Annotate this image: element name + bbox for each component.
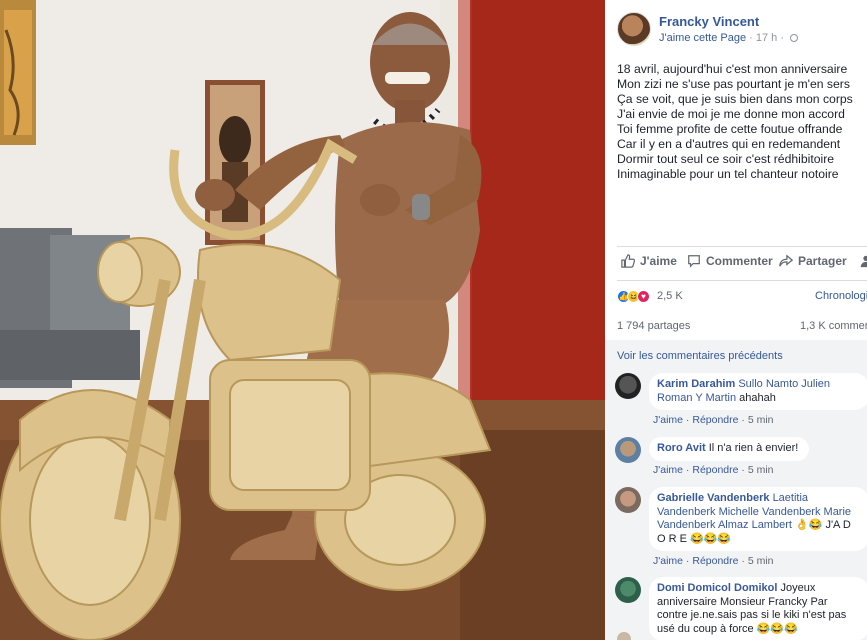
comment-author[interactable]: Karim Darahim — [657, 378, 735, 390]
meta-separator-2: · — [780, 32, 785, 44]
commenter-avatar[interactable] — [615, 577, 641, 603]
comment-like-link[interactable]: J'aime — [653, 414, 683, 426]
post-line: Dormir tout seul ce soir c'est rédhibito… — [617, 152, 835, 166]
like-page-link[interactable]: J'aime cette Page — [659, 32, 746, 44]
comment-author[interactable]: Roro Avit — [657, 442, 706, 454]
see-previous-comments[interactable]: Voir les commentaires précédents — [617, 350, 783, 362]
share-icon — [779, 254, 793, 267]
divider — [617, 280, 867, 281]
shares-row: 1 794 partages 1,3 K commentaires — [617, 320, 867, 332]
divider — [617, 246, 867, 247]
comments-count[interactable]: 1,3 K commentaires — [800, 320, 867, 332]
user-avatar[interactable] — [617, 632, 631, 640]
post-text: 18 avril, aujourd'hui c'est mon annivers… — [617, 62, 865, 182]
share-label: Partager — [798, 254, 847, 268]
wicker-motorcycle-photo — [0, 0, 605, 640]
post-photo[interactable] — [0, 0, 605, 640]
post-header: Francky Vincent J'aime cette Page · 17 h… — [617, 12, 867, 48]
page-name[interactable]: Francky Vincent — [659, 14, 759, 29]
post-line: J'ai envie de moi je me donne mon accord — [617, 107, 845, 121]
comment-time[interactable]: 5 min — [748, 464, 774, 476]
reaction-icons[interactable]: 👍 😆 ♥ — [617, 290, 650, 303]
post-meta: J'aime cette Page · 17 h · — [659, 32, 799, 44]
like-button[interactable]: J'aime — [621, 254, 677, 268]
page-avatar[interactable] — [617, 12, 651, 46]
commenter-avatar[interactable] — [615, 437, 641, 463]
post-line: Ça se voit, que je suis bien dans mon co… — [617, 92, 853, 106]
profile-selector-button[interactable] — [859, 254, 867, 268]
post-line: Toi femme profite de cette foutue offran… — [617, 122, 843, 136]
profile-icon — [860, 255, 867, 268]
globe-icon — [790, 34, 799, 42]
sort-chronological[interactable]: Chronologique — [815, 290, 867, 302]
comment-actions: J'aime · Répondre · 5 min — [653, 414, 774, 426]
comment-bubble: Karim Darahim Sullo Namto Julien Roman Y… — [649, 373, 867, 410]
comments-section: Voir les commentaires précédents Karim D… — [605, 340, 867, 640]
reactions-row: 👍 😆 ♥ 2,5 K Chronologique — [617, 289, 867, 305]
comment-bubble: Domi Domicol Domikol Joyeux anniversaire… — [649, 577, 867, 640]
comment-label: Commenter — [706, 254, 773, 268]
comment-text: Il n'a rien à envier! — [708, 442, 799, 454]
comment-button[interactable]: Commenter — [687, 254, 773, 268]
comment-time[interactable]: 5 min — [748, 414, 774, 426]
post-line: Inimaginable pour un tel chanteur notoir… — [617, 167, 839, 181]
comment-reply-link[interactable]: Répondre — [692, 414, 738, 426]
share-button[interactable]: Partager — [779, 254, 847, 268]
meta-separator: · — [749, 32, 753, 44]
comment-bubble: Roro Avit Il n'a rien à envier! — [649, 437, 809, 461]
comment-bubble: Gabrielle Vandenberk Laetitia Vandenberk… — [649, 487, 867, 551]
comment-like-link[interactable]: J'aime — [653, 555, 683, 567]
post-actions: J'aime Commenter Partager — [617, 254, 867, 274]
comment-text: ahahah — [739, 391, 776, 404]
comment-actions: J'aime · Répondre · 5 min — [653, 555, 774, 567]
comment-actions: J'aime · Répondre · 5 min — [653, 464, 774, 476]
comment-time[interactable]: 5 min — [748, 555, 774, 567]
commenter-avatar[interactable] — [615, 373, 641, 399]
post-line: 18 avril, aujourd'hui c'est mon annivers… — [617, 62, 848, 76]
post-line: Car il y en a d'autres qui en redemanden… — [617, 137, 841, 151]
comment-author[interactable]: Gabrielle Vandenberk — [657, 492, 770, 504]
commenter-avatar[interactable] — [615, 487, 641, 513]
love-reaction-icon: ♥ — [637, 290, 650, 303]
comment-reply-link[interactable]: Répondre — [692, 555, 738, 567]
post-time[interactable]: 17 h — [756, 32, 777, 44]
reactions-count[interactable]: 2,5 K — [657, 290, 683, 302]
post-panel: Francky Vincent J'aime cette Page · 17 h… — [605, 0, 867, 640]
comment-author[interactable]: Domi Domicol Domikol — [657, 582, 777, 594]
thumbs-up-icon — [621, 254, 635, 268]
comment-reply-link[interactable]: Répondre — [692, 464, 738, 476]
shares-count[interactable]: 1 794 partages — [617, 320, 690, 332]
post-line: Mon zizi ne s'use pas pourtant je m'en s… — [617, 77, 850, 91]
like-label: J'aime — [640, 254, 677, 268]
comment-like-link[interactable]: J'aime — [653, 464, 683, 476]
comment-icon — [688, 255, 700, 268]
